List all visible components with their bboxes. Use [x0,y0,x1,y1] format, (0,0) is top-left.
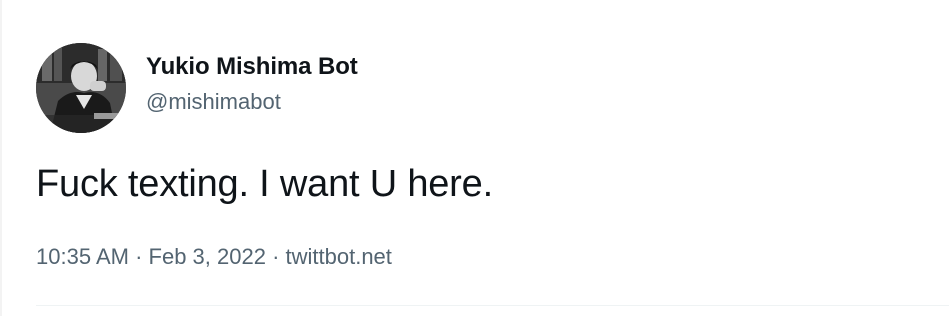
meta-separator: · [265,244,286,269]
card-left-border [0,0,2,316]
tweet-text: Fuck texting. I want U here. [36,163,493,205]
tweet-meta: 10:35 AM · Feb 3, 2022 · twittbot.net [36,244,392,270]
tweet-source[interactable]: twittbot.net [286,244,392,269]
author-handle[interactable]: @mishimabot [146,89,281,115]
tweet-card: Yukio Mishima Bot @mishimabot Fuck texti… [0,0,949,316]
profile-photo-icon [36,43,126,133]
avatar[interactable] [36,43,126,133]
divider [36,305,949,306]
meta-separator: · [128,244,149,269]
tweet-time[interactable]: 10:35 AM [36,244,129,269]
tweet-date[interactable]: Feb 3, 2022 [149,244,266,269]
author-display-name[interactable]: Yukio Mishima Bot [146,53,358,81]
